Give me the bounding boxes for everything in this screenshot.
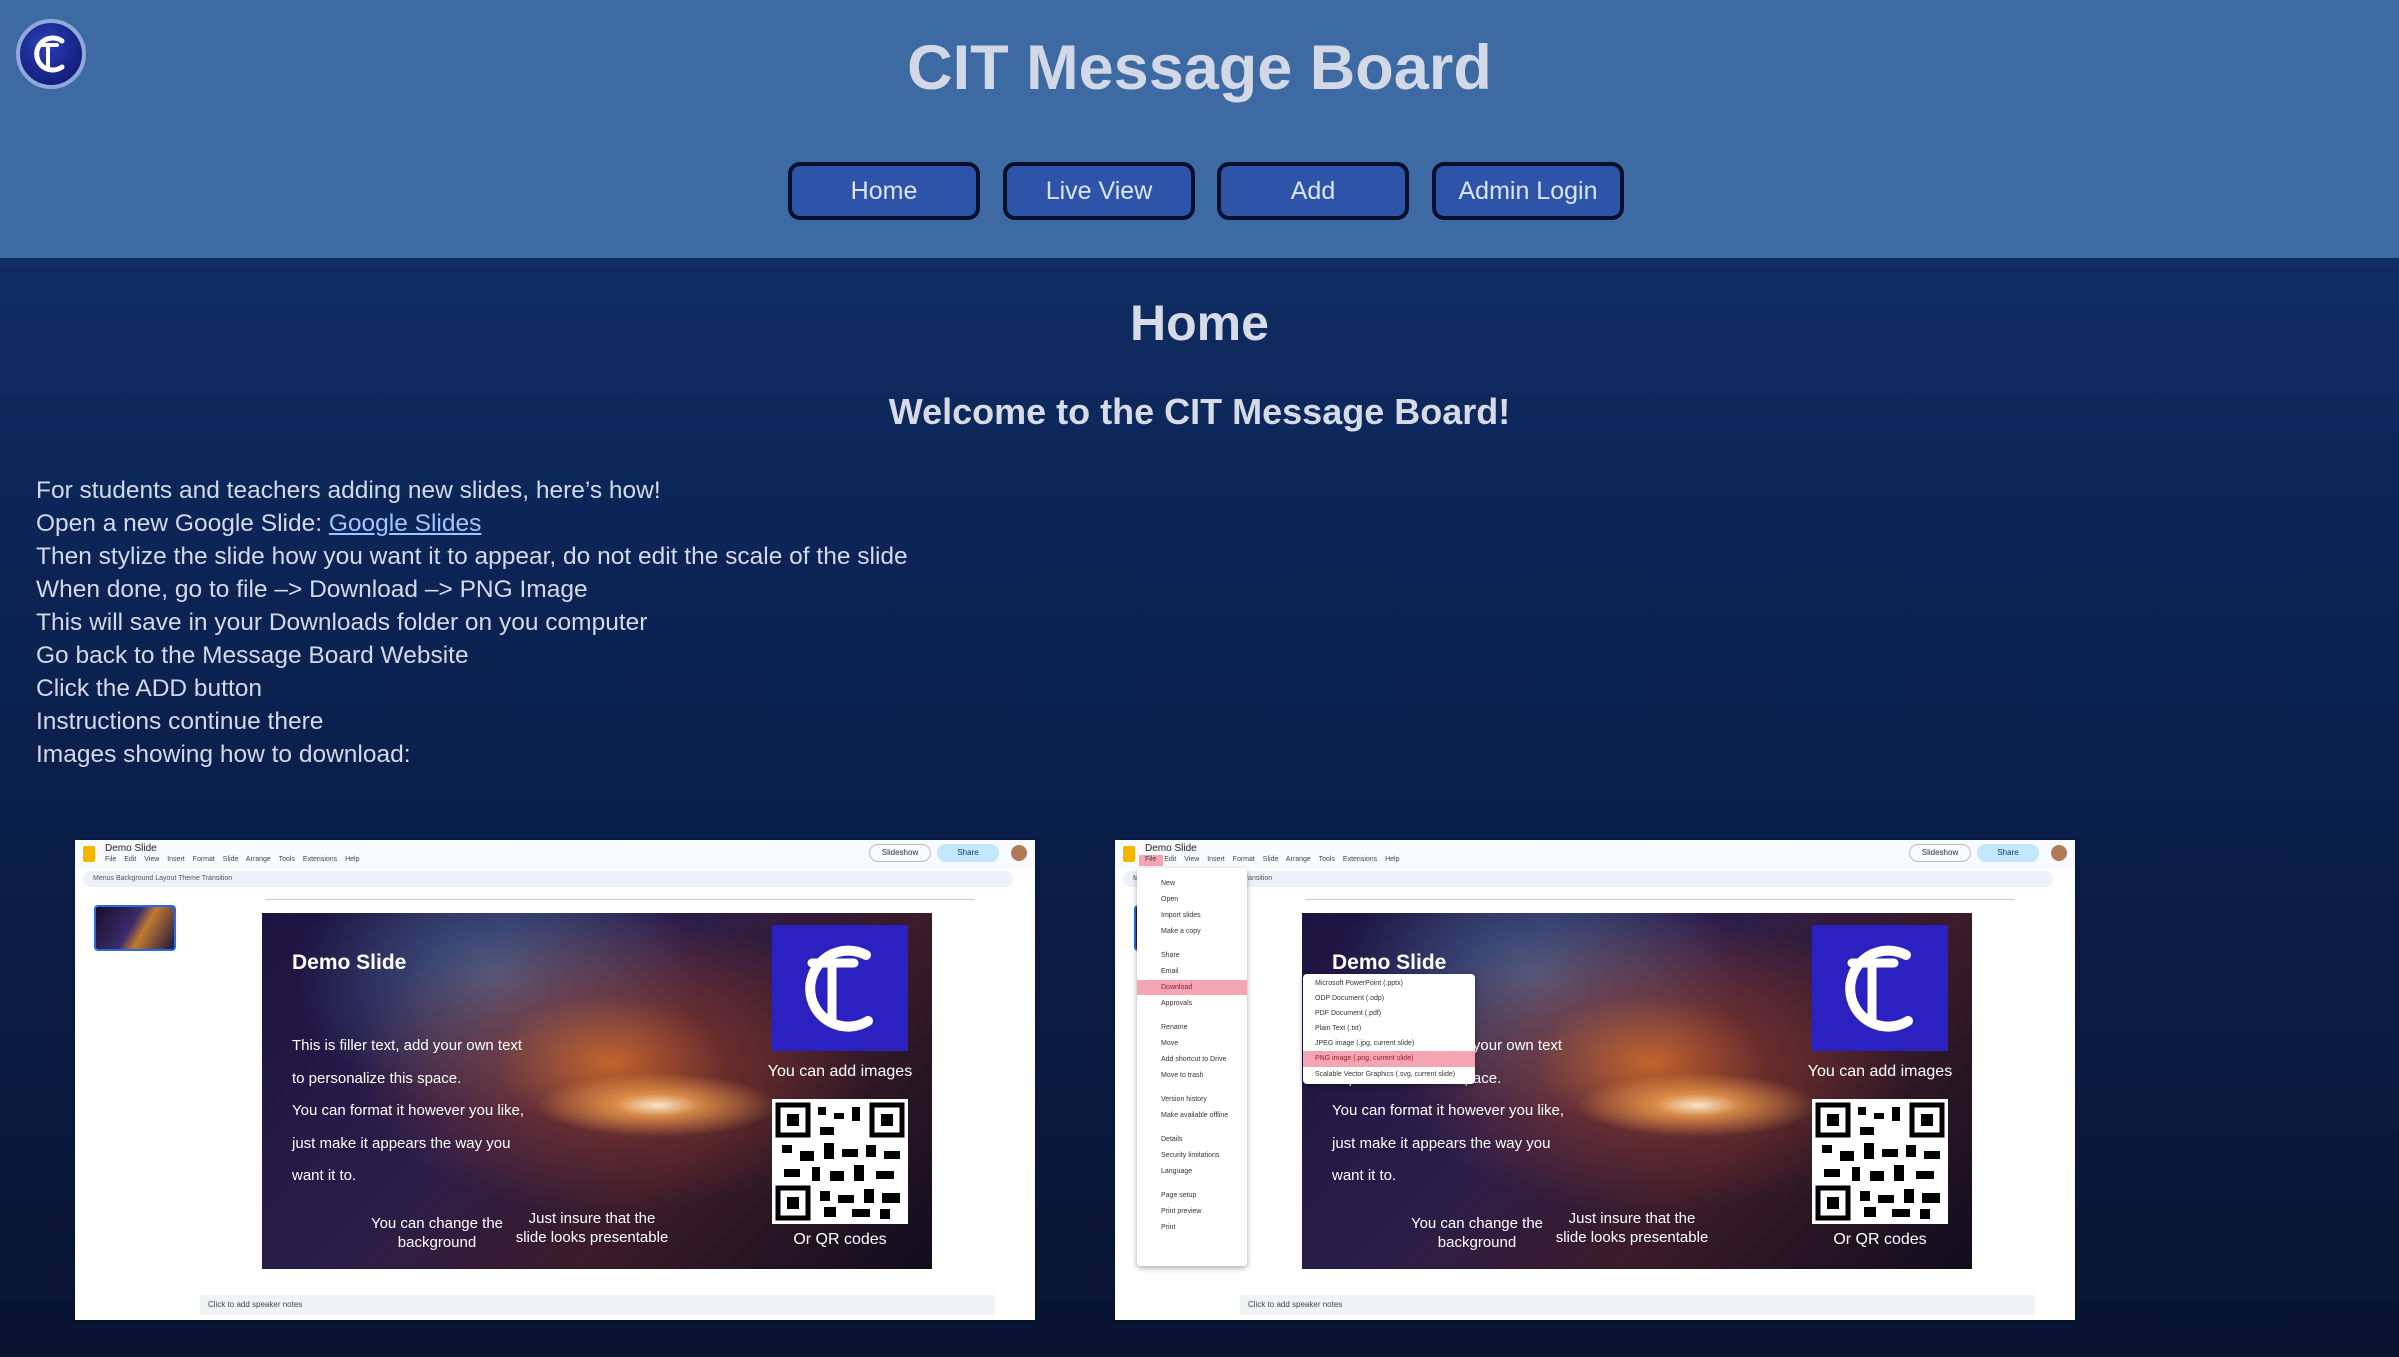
download-option: PDF Document (.pdf) xyxy=(1315,1010,1382,1017)
ruler xyxy=(265,891,975,900)
share-button: Share xyxy=(937,844,999,862)
speaker-notes: Click to add speaker notes xyxy=(200,1295,995,1315)
slideshow-button: Slideshow xyxy=(1909,844,1971,862)
demo-slide: Demo Slide This is filler text, add your… xyxy=(1302,913,1972,1269)
file-menu-item: Add shortcut to Drive xyxy=(1161,1056,1227,1063)
instruction-line: Click the ADD button xyxy=(36,675,263,702)
slides-doc-icon xyxy=(83,846,95,862)
instruction-line: For students and teachers adding new sli… xyxy=(36,477,661,504)
nav-home-button[interactable]: Home xyxy=(788,162,980,220)
file-menu-item: Move to trash xyxy=(1161,1072,1204,1079)
download-option: Microsoft PowerPoint (.pptx) xyxy=(1315,980,1403,987)
file-menu-item: Rename xyxy=(1161,1024,1188,1031)
file-menu-item: Import slides xyxy=(1161,912,1201,919)
file-menu-item: Share xyxy=(1161,952,1180,959)
file-menu-item: Open xyxy=(1161,896,1179,903)
download-option: JPEG image (.jpg, current slide) xyxy=(1315,1040,1415,1047)
file-menu-item: Security limitations xyxy=(1161,1152,1220,1159)
caption-background: You can change the background xyxy=(1410,1215,1544,1251)
site-title: CIT Message Board xyxy=(907,33,1492,103)
slide-body-line: You can format it however you like, xyxy=(1332,1102,1565,1119)
file-menu-item: Language xyxy=(1161,1168,1193,1175)
caption-presentable: Just insure that the slide looks present… xyxy=(1555,1210,1709,1246)
caption-qr: Or QR codes xyxy=(793,1231,887,1248)
file-menu-item: Print xyxy=(1161,1224,1176,1231)
site-header: CIT Message Board Home Live View Add Adm… xyxy=(0,0,2399,258)
slides-doc-icon xyxy=(1123,846,1135,862)
file-menu-item: Make available offline xyxy=(1161,1112,1229,1119)
file-menu-item: Move xyxy=(1161,1040,1179,1047)
caption-presentable: Just insure that the slide looks present… xyxy=(515,1210,669,1246)
slides-topbar: Demo Slide File Edit View Insert Format … xyxy=(1115,840,2075,868)
menu-bar: File Edit View Insert Format Slide Arran… xyxy=(105,856,360,863)
welcome-heading: Welcome to the CIT Message Board! xyxy=(888,391,1511,432)
slide-body-line: to personalize this space. xyxy=(292,1069,462,1087)
download-screenshot-1: Demo Slide File Edit View Insert Format … xyxy=(75,840,1035,1320)
doc-title: Demo Slide xyxy=(1145,843,1197,854)
caption-qr: Or QR codes xyxy=(1833,1231,1927,1248)
file-menu-item: Email xyxy=(1161,968,1179,975)
caption-background: You can change the background xyxy=(370,1215,504,1251)
download-option: ODP Document (.odp) xyxy=(1315,995,1385,1002)
file-menu: New Open Import slides Make a copy Share… xyxy=(1137,868,1247,1266)
nav-admin-login-button[interactable]: Admin Login xyxy=(1432,162,1624,220)
slide-logo-image xyxy=(1812,925,1948,1051)
download-submenu: Microsoft PowerPoint (.pptx) ODP Documen… xyxy=(1303,974,1475,1084)
slide-title: Demo Slide xyxy=(1332,951,1447,974)
slide-body-line: want it to. xyxy=(1332,1167,1397,1184)
slide-body-line: just make it appears the way you xyxy=(292,1134,511,1152)
nav-add-button[interactable]: Add xyxy=(1217,162,1409,220)
file-menu-item: Version history xyxy=(1161,1096,1207,1103)
slide-thumbnail xyxy=(94,905,176,951)
slide-body-line: You can format it however you like, xyxy=(292,1102,525,1119)
avatar xyxy=(1011,845,1027,861)
download-option: Scalable Vector Graphics (.svg, current … xyxy=(1315,1071,1456,1078)
speaker-notes: Click to add speaker notes xyxy=(1240,1295,2035,1315)
demo-slide: Demo Slide This is filler text, add your… xyxy=(262,913,932,1269)
avatar xyxy=(2051,845,2067,861)
ruler xyxy=(1305,891,2015,900)
slides-toolbar: Menus Background Layout Theme Transition xyxy=(1123,871,2053,887)
instruction-line: Open a new Google Slide: Google Slides xyxy=(36,507,908,540)
slides-topbar: Demo Slide File Edit View Insert Format … xyxy=(75,840,1035,868)
file-menu-item: Print preview xyxy=(1161,1208,1202,1215)
slide-body: This is filler text, add your own text t… xyxy=(292,1030,524,1193)
slides-toolbar: Menus Background Layout Theme Transition xyxy=(83,871,1013,887)
slide-body-line: just make it appears the way you xyxy=(1332,1134,1551,1152)
side-panel-icons xyxy=(1013,1010,1035,1170)
instruction-line: This will save in your Downloads folder … xyxy=(36,609,648,636)
page-title: Home xyxy=(1130,295,1269,351)
menu-bar: File Edit View Insert Format Slide Arran… xyxy=(1145,856,1400,863)
instruction-prefix: Open a new Google Slide: xyxy=(36,510,329,537)
slide-logo-image xyxy=(772,925,908,1051)
file-menu-item: Make a copy xyxy=(1161,928,1201,935)
file-menu-item-download: Download xyxy=(1137,980,1247,995)
file-menu-item: Approvals xyxy=(1161,1000,1193,1007)
google-slides-link[interactable]: Google Slides xyxy=(329,510,482,537)
file-menu-item: Details xyxy=(1161,1136,1183,1143)
slide-title: Demo Slide xyxy=(292,951,407,974)
doc-title: Demo Slide xyxy=(105,843,157,854)
caption-images: You can add images xyxy=(1807,1063,1953,1080)
file-menu-item: Page setup xyxy=(1161,1192,1197,1199)
file-menu-item: New xyxy=(1161,880,1176,887)
instruction-line: When done, go to file –> Download –> PNG… xyxy=(36,576,588,603)
qr-code-image xyxy=(1812,1099,1948,1224)
qr-code-image xyxy=(772,1099,908,1224)
caption-images: You can add images xyxy=(767,1063,913,1080)
instructions: For students and teachers adding new sli… xyxy=(36,474,908,771)
slideshow-button: Slideshow xyxy=(869,844,931,862)
share-button: Share xyxy=(1977,844,2039,862)
instruction-line: Then stylize the slide how you want it t… xyxy=(36,543,908,570)
side-panel-icons xyxy=(2053,1010,2075,1170)
nav-live-view-button[interactable]: Live View xyxy=(1003,162,1195,220)
slide-body-line: want it to. xyxy=(292,1167,357,1184)
instruction-line: Images showing how to download: xyxy=(36,741,411,768)
download-option: Plain Text (.txt) xyxy=(1315,1025,1362,1032)
instruction-line: Instructions continue there xyxy=(36,708,324,735)
slide-body-line: This is filler text, add your own text xyxy=(292,1037,523,1054)
download-screenshot-2: Demo Slide File Edit View Insert Format … xyxy=(1115,840,2075,1320)
instruction-line: Go back to the Message Board Website xyxy=(36,642,469,669)
download-option-png: PNG image (.png, current slide) xyxy=(1303,1051,1475,1067)
